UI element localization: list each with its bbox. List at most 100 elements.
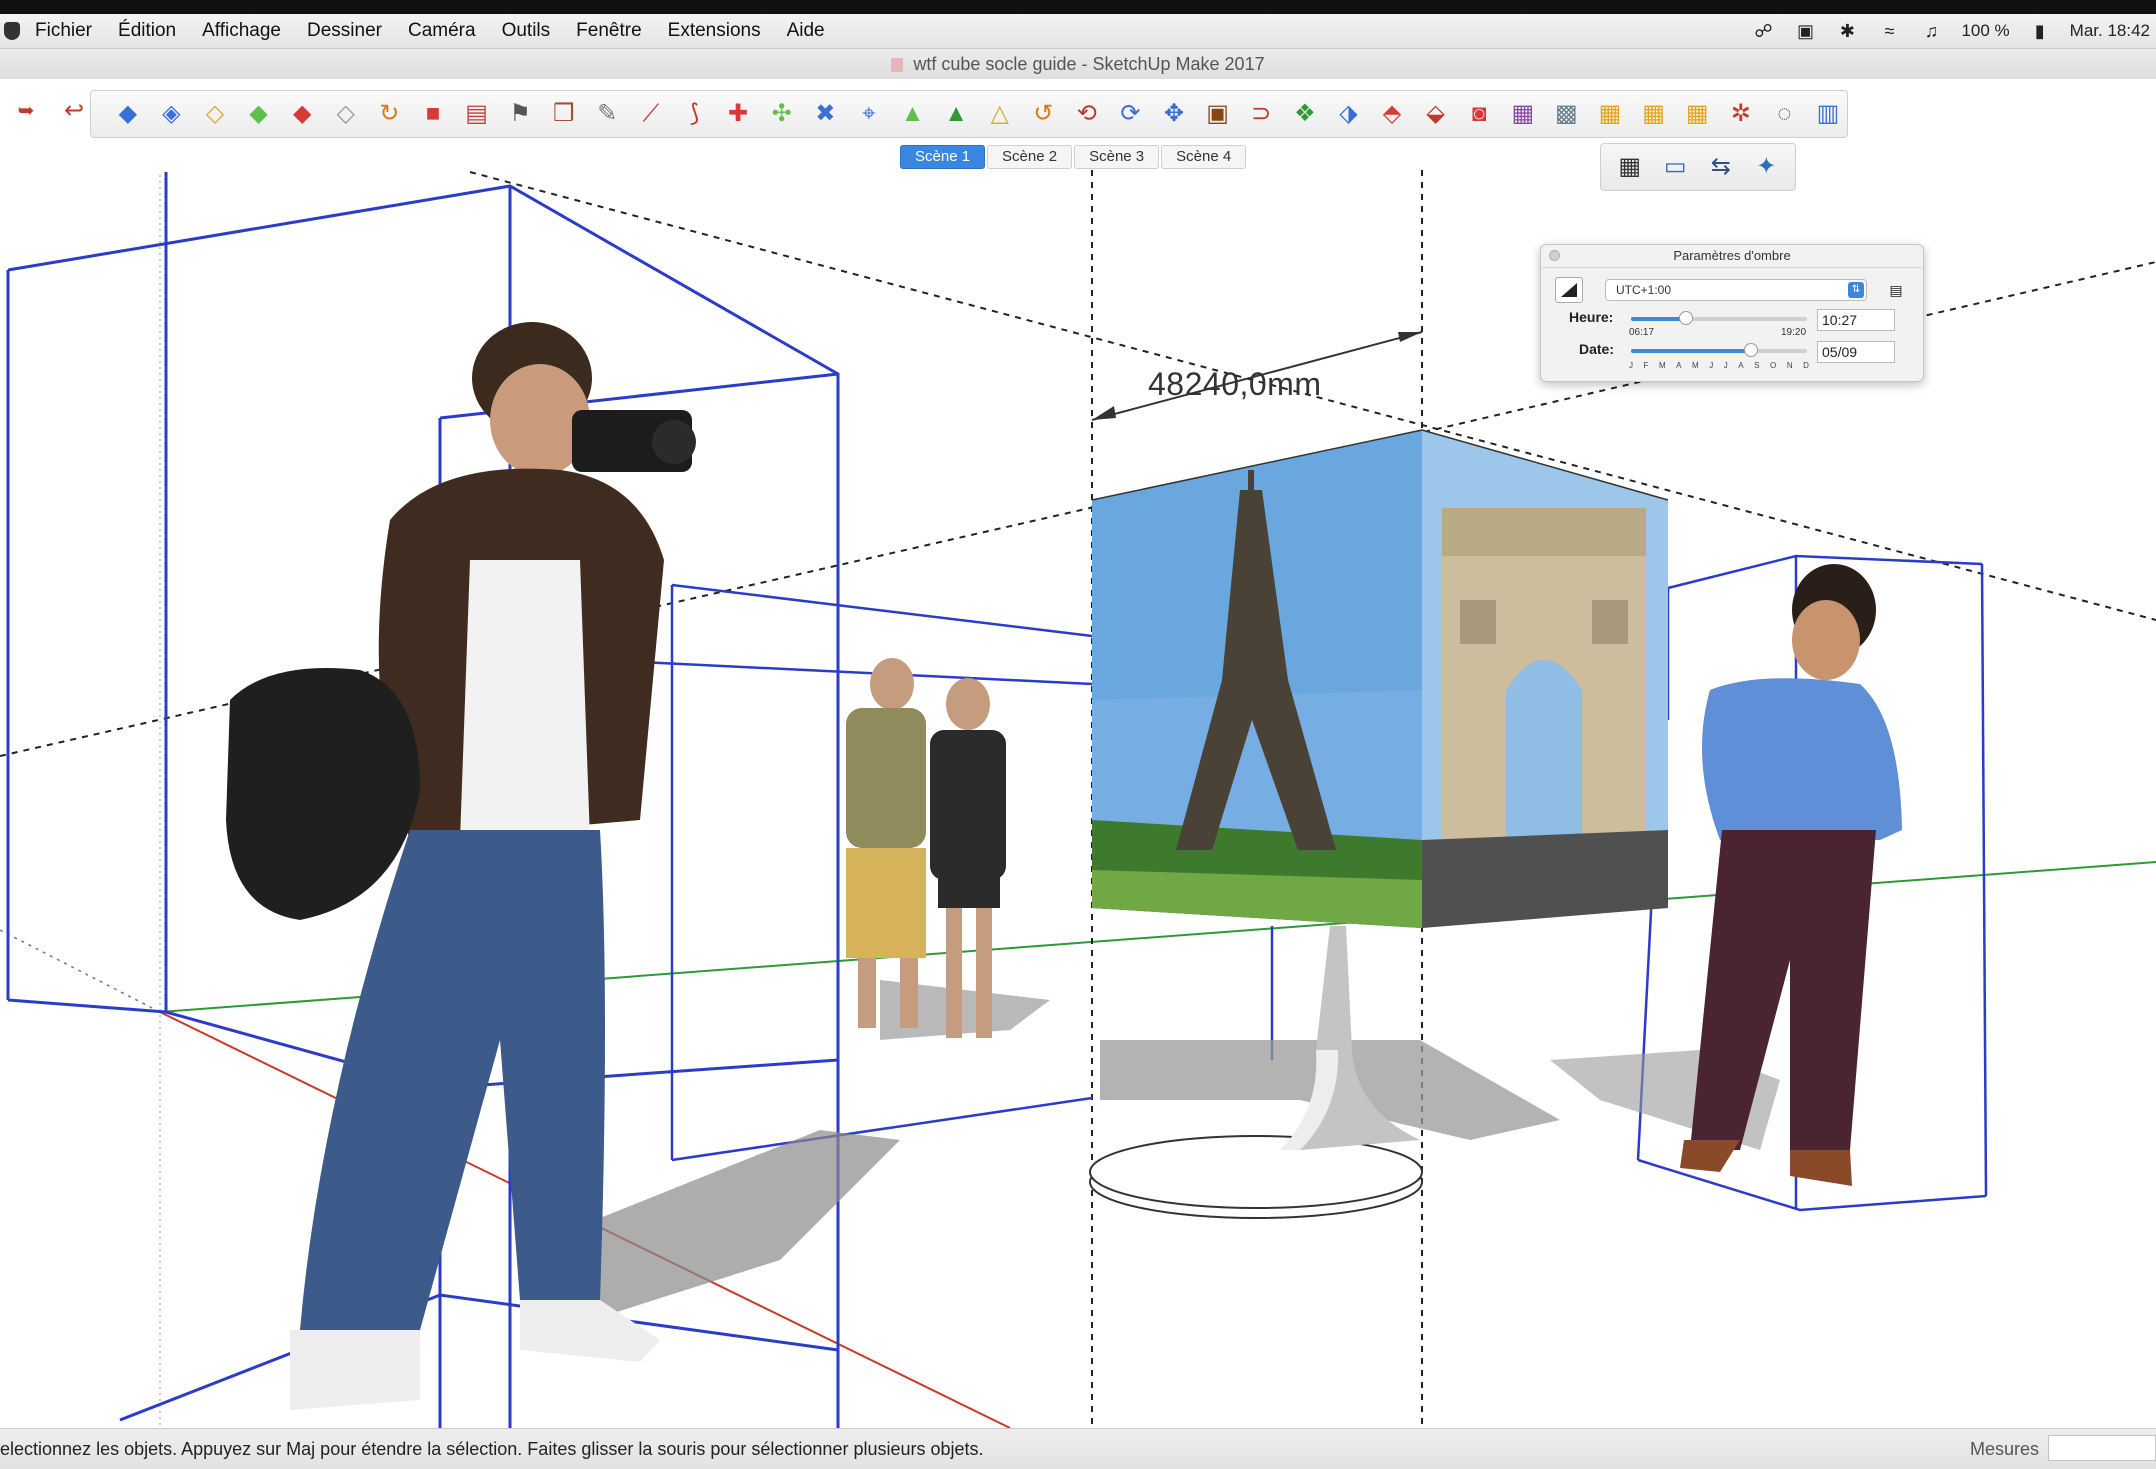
status-menu-area: ☍ ▣ ✱ ≈ ♫ 100 % ▮ Mar. 18:42	[1751, 21, 2156, 41]
tile-icon[interactable]: ▦	[1591, 94, 1629, 134]
book-glyph: ❒	[552, 100, 575, 127]
triangle-icon[interactable]: △	[981, 94, 1019, 134]
tab-scene-3[interactable]: Scène 3	[1074, 145, 1160, 169]
xray-icon[interactable]: ■	[414, 94, 452, 134]
grid-icon[interactable]: ▦	[1504, 94, 1542, 134]
person-right-figure	[1680, 564, 1902, 1186]
measurements-label: Mesures	[1970, 1439, 2040, 1459]
menu-edition[interactable]: Édition	[105, 20, 189, 42]
circle-dots-icon[interactable]: ◌	[1766, 94, 1804, 134]
battery-percent[interactable]: 100 %	[1961, 21, 2009, 41]
section-plane-icon[interactable]: ▤	[458, 94, 496, 134]
intersect-icon[interactable]: ⌖	[850, 94, 888, 134]
flag-icon[interactable]: ⚑	[501, 94, 539, 134]
arc-icon[interactable]: ⟆	[676, 94, 714, 134]
calendar-icon[interactable]: ▣	[1793, 21, 1817, 41]
menu-aide[interactable]: Aide	[774, 20, 838, 42]
timezone-value: UTC+1:00	[1616, 283, 1672, 297]
month-tick: J	[1709, 361, 1714, 370]
rotate-icon[interactable]: ✖	[807, 94, 845, 134]
top-view-icon[interactable]: ◈	[153, 94, 191, 134]
wrench-icon[interactable]: ✎	[589, 94, 627, 134]
line-icon[interactable]: ⟋	[632, 94, 670, 134]
shear-icon[interactable]: ⬙	[1417, 94, 1455, 134]
menu-dessiner[interactable]: Dessiner	[294, 20, 395, 42]
date-input[interactable]: 05/09	[1817, 341, 1895, 363]
wifi-icon[interactable]: ≈	[1877, 21, 1901, 41]
section-plane-glyph: ▤	[465, 100, 488, 127]
orbit-icon[interactable]: ↻	[371, 94, 409, 134]
tetra-icon[interactable]: ▲	[937, 94, 975, 134]
sort-icon[interactable]: ▥	[1809, 94, 1847, 134]
extrude-icon[interactable]: ❖	[1286, 94, 1324, 134]
menu-extensions[interactable]: Extensions	[655, 20, 774, 42]
paint-icon[interactable]: ◙	[1460, 94, 1498, 134]
pattern-icon[interactable]: ▩	[1548, 94, 1586, 134]
menu-affichage[interactable]: Affichage	[189, 20, 294, 42]
heure-slider-knob[interactable]	[1678, 311, 1693, 325]
menu-fichier[interactable]: Fichier	[22, 20, 105, 42]
top-view-glyph: ◈	[162, 100, 181, 127]
timezone-select[interactable]: UTC+1:00 ⇅	[1605, 279, 1867, 301]
scale-icon[interactable]: ⬗	[1330, 94, 1368, 134]
date-slider[interactable]	[1631, 343, 1807, 357]
menu-camera[interactable]: Caméra	[395, 20, 489, 42]
cross-icon[interactable]: ✚	[719, 94, 757, 134]
apple-icon[interactable]	[4, 22, 20, 40]
tile-alt-icon[interactable]: ▦	[1635, 94, 1673, 134]
tab-scene-4[interactable]: Scène 4	[1161, 145, 1247, 169]
dimension-arrow-left	[1092, 406, 1116, 420]
volume-icon[interactable]: ♫	[1919, 21, 1943, 41]
month-tick: J	[1629, 361, 1633, 370]
screen-top-edge	[0, 0, 2156, 14]
triangle-glyph: △	[990, 100, 1009, 127]
components-icon[interactable]: ◆	[109, 94, 147, 134]
heure-input[interactable]: 10:27	[1817, 309, 1895, 331]
battery-icon[interactable]: ▮	[2028, 21, 2052, 41]
date-slider-knob[interactable]	[1743, 343, 1758, 357]
select-arrow-icon[interactable]: ➥	[6, 91, 46, 131]
close-icon[interactable]	[1549, 250, 1560, 261]
back-view-icon[interactable]: ◆	[283, 94, 321, 134]
menubar-clock[interactable]: Mar. 18:42	[2070, 21, 2150, 41]
month-tick: M	[1692, 361, 1699, 370]
left-view-icon[interactable]: ◇	[327, 94, 365, 134]
tab-scene-1[interactable]: Scène 1	[900, 145, 986, 169]
front-view-icon[interactable]: ◇	[196, 94, 234, 134]
cone-icon[interactable]: ▲	[894, 94, 932, 134]
bluetooth-icon[interactable]: ✱	[1835, 21, 1859, 41]
creative-cloud-icon[interactable]: ☍	[1751, 21, 1775, 41]
book-icon[interactable]: ❒	[545, 94, 583, 134]
right-view-icon[interactable]: ◆	[240, 94, 278, 134]
spin-icon[interactable]: ⟳	[1112, 94, 1150, 134]
measurements-input[interactable]	[2048, 1435, 2156, 1461]
loop-icon[interactable]: ⟲	[1068, 94, 1106, 134]
intersect-glyph: ⌖	[862, 100, 876, 127]
left-view-glyph: ◇	[336, 100, 355, 127]
month-tick: J	[1723, 361, 1728, 370]
push-pull-icon[interactable]: ✣	[763, 94, 801, 134]
couple-figures	[846, 658, 1006, 1038]
tile-grid-icon[interactable]: ▦	[1678, 94, 1716, 134]
menu-outils[interactable]: Outils	[489, 20, 564, 42]
xray-glyph: ■	[425, 100, 441, 127]
grid-glyph: ▦	[1511, 100, 1535, 127]
move-icon[interactable]: ✥	[1155, 94, 1193, 134]
mirror-icon[interactable]: ⬘	[1373, 94, 1411, 134]
line-glyph: ⟋	[642, 100, 660, 127]
curve-glyph: ↺	[1033, 100, 1054, 127]
lasso-select-icon[interactable]: ↩	[54, 91, 94, 131]
heure-slider[interactable]	[1631, 311, 1807, 325]
explode-icon[interactable]: ✲	[1722, 94, 1760, 134]
box-icon[interactable]: ▣	[1199, 94, 1237, 134]
box-glyph: ▣	[1206, 100, 1229, 127]
shadow-toggle-button[interactable]	[1555, 277, 1583, 303]
menu-fenetre[interactable]: Fenêtre	[563, 20, 654, 42]
heure-label: Heure:	[1569, 309, 1614, 325]
orbit-glyph: ↻	[379, 100, 400, 127]
tab-scene-2[interactable]: Scène 2	[987, 145, 1073, 169]
magnet-icon[interactable]: ⊃	[1242, 94, 1280, 134]
curve-icon[interactable]: ↺	[1024, 94, 1062, 134]
red-axis-hidden	[0, 929, 161, 1013]
panel-expand-icon[interactable]: ▤	[1887, 279, 1905, 301]
